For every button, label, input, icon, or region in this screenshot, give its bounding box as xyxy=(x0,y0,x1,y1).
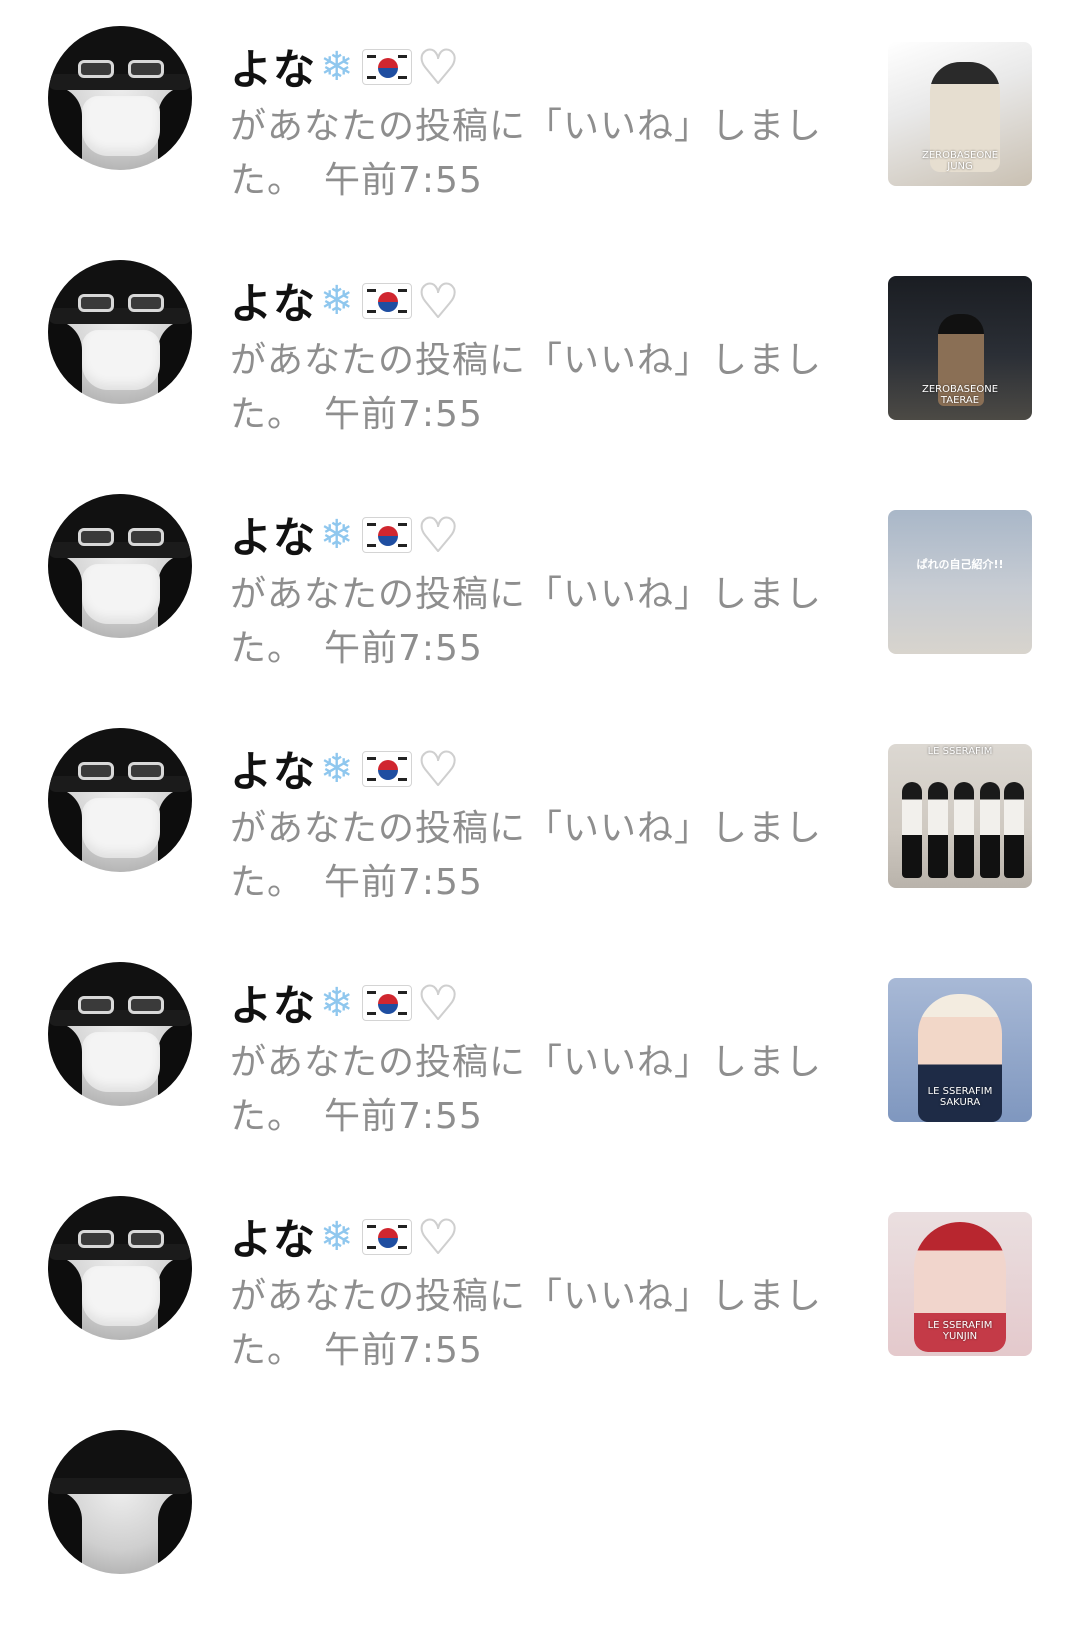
avatar[interactable] xyxy=(48,1430,192,1574)
username-line[interactable]: よな ❄ ♥ xyxy=(230,504,460,563)
post-thumbnail[interactable]: ZEROBASEONE TAERAE xyxy=(888,276,1032,420)
timestamp: 午前7:55 xyxy=(324,1096,483,1137)
notification-row[interactable]: よな ❄ ♥ があなたの投稿に「いいね」しました。 午前7:55 LE SSERAFI… xyxy=(0,1170,1080,1404)
notification-row-partial[interactable] xyxy=(0,1404,1080,1638)
username[interactable]: よな xyxy=(230,747,316,796)
south-korea-flag-icon xyxy=(361,1218,412,1255)
avatar[interactable] xyxy=(48,728,192,872)
white-heart-icon: ♥ xyxy=(417,1209,460,1264)
username[interactable]: よな xyxy=(230,45,316,94)
message-text: があなたの投稿に「いいね」しました。 xyxy=(230,1042,823,1137)
notification-row[interactable]: よな ❄ ♥ があなたの投稿に「いいね」しました。 午前7:55 ぱれの自己紹介!! xyxy=(0,468,1080,702)
south-korea-flag-icon xyxy=(361,750,412,787)
south-korea-flag-icon xyxy=(361,984,412,1021)
username-line[interactable]: よな ❄ ♥ xyxy=(230,738,460,797)
notification-row[interactable]: よな ❄ ♥ があなたの投稿に「いいね」しました。 午前7:55 LE SSERAFI… xyxy=(0,936,1080,1170)
avatar[interactable] xyxy=(48,26,192,170)
username-line[interactable]: よな ❄ ♥ xyxy=(230,972,460,1031)
message-text: があなたの投稿に「いいね」しました。 xyxy=(230,574,823,669)
snowflake-icon: ❄ xyxy=(320,511,354,558)
timestamp: 午前7:55 xyxy=(324,628,483,669)
white-heart-icon: ♥ xyxy=(417,741,460,796)
white-heart-icon: ♥ xyxy=(417,507,460,562)
notification-message: があなたの投稿に「いいね」しました。 午前7:55 xyxy=(230,334,830,442)
snowflake-icon: ❄ xyxy=(320,745,354,792)
post-thumbnail[interactable]: ぱれの自己紹介!! xyxy=(888,510,1032,654)
thumbnail-caption: ぱれの自己紹介!! xyxy=(916,558,1004,571)
snowflake-icon: ❄ xyxy=(320,277,354,324)
message-text: があなたの投稿に「いいね」しました。 xyxy=(230,808,823,903)
post-thumbnail[interactable]: ZEROBASEONE JUNG xyxy=(888,42,1032,186)
thumbnail-caption: LE SSERAFIM xyxy=(927,746,993,757)
notification-message: があなたの投稿に「いいね」しました。 午前7:55 xyxy=(230,100,830,208)
username[interactable]: よな xyxy=(230,981,316,1030)
notification-row[interactable]: よな ❄ ♥ があなたの投稿に「いいね」しました。 午前7:55 LE SSERAFI… xyxy=(0,702,1080,936)
south-korea-flag-icon xyxy=(361,282,412,319)
south-korea-flag-icon xyxy=(361,48,412,85)
timestamp: 午前7:55 xyxy=(324,862,483,903)
south-korea-flag-icon xyxy=(361,516,412,553)
notification-message: があなたの投稿に「いいね」しました。 午前7:55 xyxy=(230,568,830,676)
timestamp: 午前7:55 xyxy=(324,1330,483,1371)
notification-row[interactable]: よな ❄ ♥ があなたの投稿に「いいね」しました。 午前7:55 ZEROBASEON… xyxy=(0,0,1080,234)
notification-message: があなたの投稿に「いいね」しました。 午前7:55 xyxy=(230,1270,830,1378)
avatar[interactable] xyxy=(48,1196,192,1340)
thumbnail-caption: ZEROBASEONE JUNG xyxy=(921,150,999,172)
username[interactable]: よな xyxy=(230,513,316,562)
white-heart-icon: ♥ xyxy=(417,273,460,328)
snowflake-icon: ❄ xyxy=(320,43,354,90)
username-line[interactable]: よな ❄ ♥ xyxy=(230,270,460,329)
username-line[interactable]: よな ❄ ♥ xyxy=(230,1206,460,1265)
avatar[interactable] xyxy=(48,962,192,1106)
message-text: があなたの投稿に「いいね」しました。 xyxy=(230,1276,823,1371)
white-heart-icon: ♥ xyxy=(417,39,460,94)
thumbnail-caption: ZEROBASEONE TAERAE xyxy=(921,384,999,406)
notification-row[interactable]: よな ❄ ♥ があなたの投稿に「いいね」しました。 午前7:55 ZEROBASEON… xyxy=(0,234,1080,468)
message-text: があなたの投稿に「いいね」しました。 xyxy=(230,106,823,201)
avatar[interactable] xyxy=(48,494,192,638)
timestamp: 午前7:55 xyxy=(324,160,483,201)
notification-message: があなたの投稿に「いいね」しました。 午前7:55 xyxy=(230,1036,830,1144)
post-thumbnail[interactable]: LE SSERAFIM YUNJIN xyxy=(888,1212,1032,1356)
thumbnail-caption: LE SSERAFIM SAKURA xyxy=(927,1086,993,1108)
notification-message: があなたの投稿に「いいね」しました。 午前7:55 xyxy=(230,802,830,910)
username[interactable]: よな xyxy=(230,1215,316,1264)
username-line[interactable]: よな ❄ ♥ xyxy=(230,36,460,95)
avatar[interactable] xyxy=(48,260,192,404)
snowflake-icon: ❄ xyxy=(320,979,354,1026)
thumbnail-caption: LE SSERAFIM YUNJIN xyxy=(927,1320,993,1342)
timestamp: 午前7:55 xyxy=(324,394,483,435)
snowflake-icon: ❄ xyxy=(320,1213,354,1260)
message-text: があなたの投稿に「いいね」しました。 xyxy=(230,340,823,435)
white-heart-icon: ♥ xyxy=(417,975,460,1030)
post-thumbnail[interactable]: LE SSERAFIM xyxy=(888,744,1032,888)
post-thumbnail[interactable]: LE SSERAFIM SAKURA xyxy=(888,978,1032,1122)
username[interactable]: よな xyxy=(230,279,316,328)
